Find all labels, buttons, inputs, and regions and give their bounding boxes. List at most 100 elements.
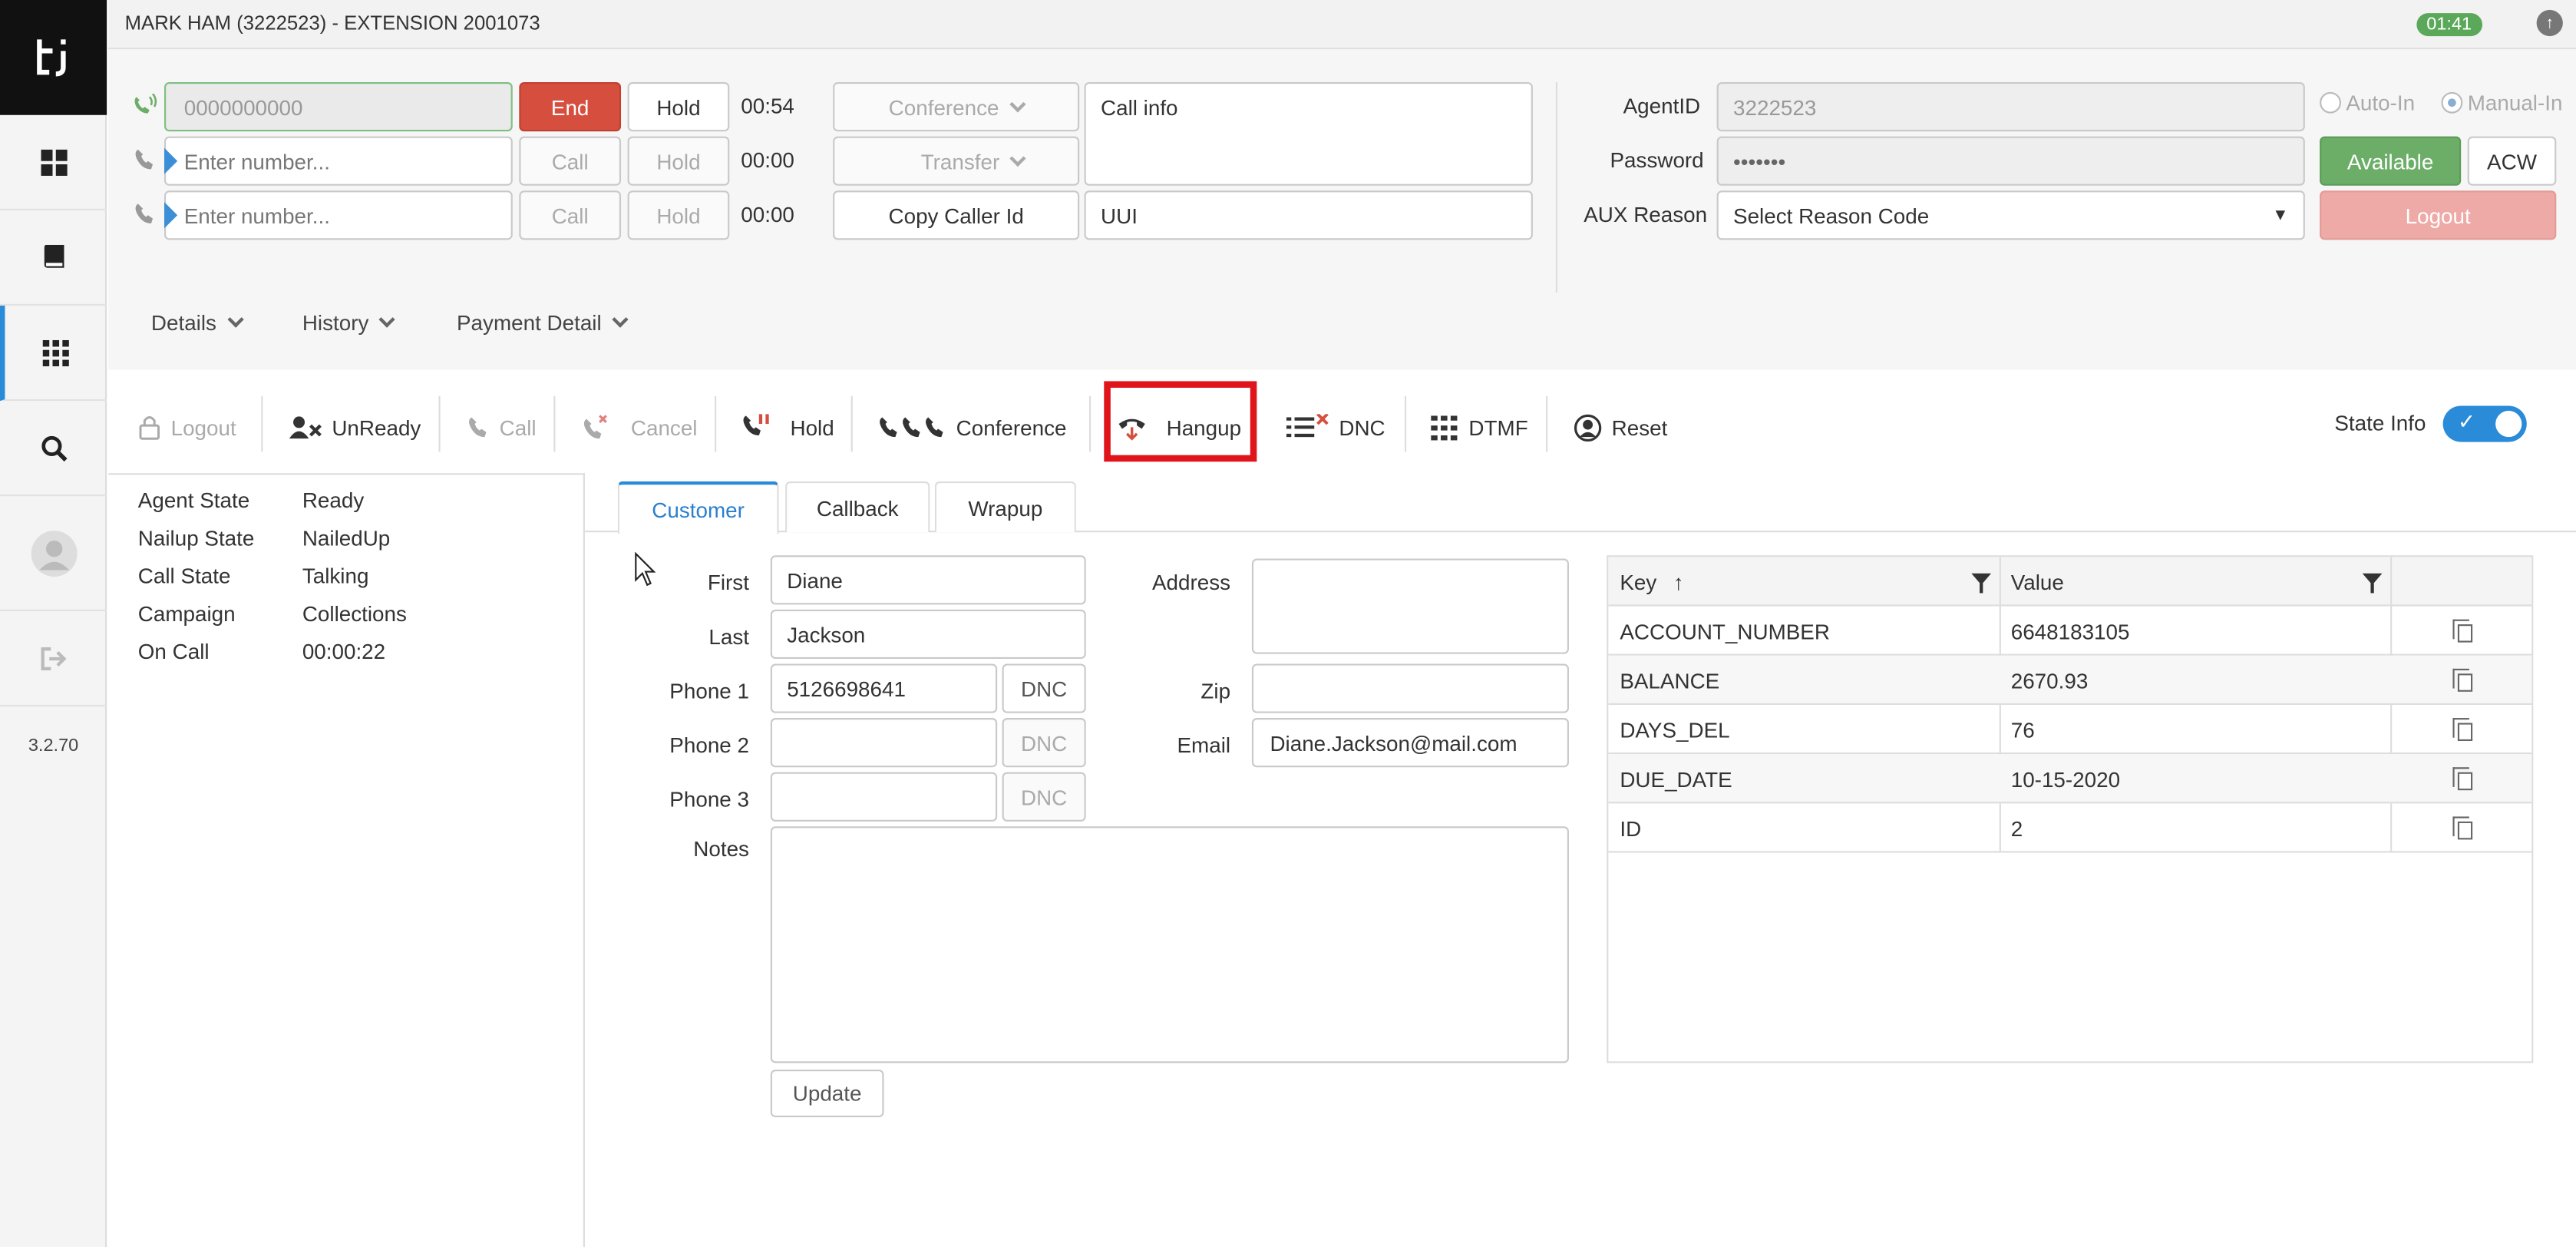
toolbar-cancel-button[interactable]: Cancel [582, 406, 697, 449]
copy-icon[interactable] [2452, 816, 2473, 840]
toolbar-conference-label: Conference [956, 415, 1067, 440]
conference-dropdown[interactable]: Conference [833, 81, 1080, 132]
value-cell: 2 [2010, 815, 2023, 841]
toolbar-conference-button[interactable]: Conference [877, 406, 1067, 449]
payment-detail-menu[interactable]: Payment Detail [457, 310, 629, 335]
phone3-input[interactable] [770, 772, 998, 822]
line3-hold-button[interactable]: Hold [627, 190, 730, 240]
history-menu[interactable]: History [302, 310, 396, 336]
scroll-top-button[interactable]: ↑ [2536, 9, 2563, 37]
value-cell: 2670.93 [2010, 667, 2089, 693]
tab-customer[interactable]: Customer [617, 481, 779, 534]
filter-icon[interactable] [1971, 573, 1992, 594]
table-row[interactable]: ID 2 [1608, 803, 2532, 853]
on-call-value: 00:00:22 [302, 639, 386, 664]
sidebar-item-search[interactable] [0, 401, 107, 497]
campaign-label: Campaign [137, 601, 236, 627]
app-logo[interactable] [0, 0, 107, 115]
notes-textarea[interactable] [770, 826, 1569, 1063]
sidebar-item-profile[interactable] [0, 496, 107, 611]
reset-label: Reset [1611, 415, 1668, 440]
copy-icon[interactable] [2452, 619, 2473, 643]
sign-out-icon [40, 646, 66, 670]
email-input[interactable]: Diane.Jackson@mail.com [1251, 718, 1569, 768]
copy-icon[interactable] [2452, 718, 2473, 742]
key-column-header[interactable]: Key ↑ [1608, 557, 1999, 606]
available-button[interactable]: Available [2320, 136, 2462, 186]
sidebar-item-dashboard[interactable] [0, 115, 107, 210]
on-call-label: On Call [137, 639, 210, 664]
campaign-value: Collections [302, 601, 407, 627]
value-column-header[interactable]: Value [2000, 557, 2390, 606]
arrow-up-icon: ↑ [2545, 14, 2555, 32]
line2-number-input[interactable]: Enter number... [164, 136, 513, 186]
line2-hold-button[interactable]: Hold [627, 136, 730, 186]
key-cell: DAYS_DEL [1620, 716, 1730, 743]
phone2-dnc-button[interactable]: DNC [1002, 718, 1086, 768]
phone1-dnc-button[interactable]: DNC [1002, 663, 1086, 713]
tab-wrapup[interactable]: Wrapup [934, 481, 1076, 533]
ti-logo-icon [36, 39, 65, 77]
sidebar-item-signout[interactable] [0, 611, 107, 707]
reset-button[interactable]: Reset [1574, 406, 1667, 449]
phone1-label: Phone 1 [669, 678, 749, 703]
toolbar-call-label: Call [499, 415, 537, 440]
phone3-dnc-button[interactable]: DNC [1002, 772, 1086, 822]
toolbar-logout-button[interactable]: Logout [138, 406, 236, 449]
copy-icon[interactable] [2452, 767, 2473, 791]
acw-button[interactable]: ACW [2467, 136, 2557, 186]
history-label: History [302, 310, 369, 336]
nailup-state-value: NailedUp [302, 525, 391, 551]
line1-hold-button[interactable]: Hold [627, 81, 730, 132]
line2-call-button[interactable]: Call [519, 136, 622, 186]
key-cell: ACCOUNT_NUMBER [1620, 618, 1830, 643]
lock-icon [139, 416, 160, 440]
transfer-dropdown[interactable]: Transfer [833, 136, 1080, 186]
auto-in-radio[interactable]: Auto-In [2320, 91, 2415, 115]
dtmf-button[interactable]: DTMF [1431, 406, 1528, 449]
agent-id-input[interactable]: 3222523 [1716, 81, 2305, 132]
sort-asc-icon: ↑ [1673, 569, 1684, 594]
manual-in-radio[interactable]: Manual-In [2441, 91, 2562, 115]
sidebar-item-contacts[interactable] [0, 210, 107, 306]
dnc-button[interactable]: DNC [1286, 406, 1385, 449]
filter-icon[interactable] [2362, 573, 2383, 594]
uui-field[interactable]: UUI [1084, 190, 1533, 240]
password-input[interactable]: ••••••• [1716, 136, 2305, 186]
call-info-field[interactable]: Call info [1084, 81, 1533, 186]
copy-caller-id-button[interactable]: Copy Caller Id [833, 190, 1080, 240]
table-row[interactable]: DUE_DATE 10-15-2020 [1608, 754, 2532, 804]
toggle-knob [2495, 410, 2522, 438]
state-info-toggle[interactable]: ✓ [2442, 405, 2527, 442]
table-row[interactable]: DAYS_DEL 76 [1608, 705, 2532, 755]
agent-state-label: Agent State [137, 488, 250, 513]
table-row[interactable]: BALANCE 2670.93 [1608, 655, 2532, 705]
line1-number-input[interactable]: 0000000000 [164, 81, 513, 132]
toolbar-call-button[interactable]: Call [467, 406, 537, 449]
checkmark-icon: ✓ [2457, 408, 2476, 434]
line3-call-button[interactable]: Call [519, 190, 622, 240]
phone2-input[interactable] [770, 718, 998, 768]
copy-icon[interactable] [2452, 668, 2473, 692]
manual-in-label: Manual-In [2467, 90, 2563, 115]
first-label: First [707, 570, 749, 595]
table-row[interactable]: ACCOUNT_NUMBER 6648183105 [1608, 607, 2532, 656]
update-button[interactable]: Update [770, 1069, 884, 1117]
line3-timer: 00:00 [741, 202, 794, 227]
last-name-input[interactable]: Jackson [770, 609, 1086, 660]
tab-callback[interactable]: Callback [785, 481, 930, 533]
phone1-input[interactable]: 5126698641 [770, 663, 998, 713]
toolbar-hold-button[interactable]: Hold [741, 406, 834, 449]
line3-number-input[interactable]: Enter number... [164, 190, 513, 240]
details-menu[interactable]: Details [151, 310, 244, 335]
zip-input[interactable] [1251, 663, 1569, 713]
line2-timer: 00:00 [741, 147, 794, 173]
agent-logout-button[interactable]: Logout [2320, 190, 2557, 240]
line1-end-button[interactable]: End [519, 81, 622, 132]
radio-dot [2320, 91, 2341, 114]
address-textarea[interactable] [1251, 558, 1569, 654]
sidebar-item-apps[interactable] [0, 305, 107, 402]
unready-button[interactable]: UnReady [289, 406, 421, 449]
first-name-input[interactable]: Diane [770, 555, 1086, 605]
aux-reason-select[interactable]: Select Reason Code ▼ [1716, 190, 2305, 240]
